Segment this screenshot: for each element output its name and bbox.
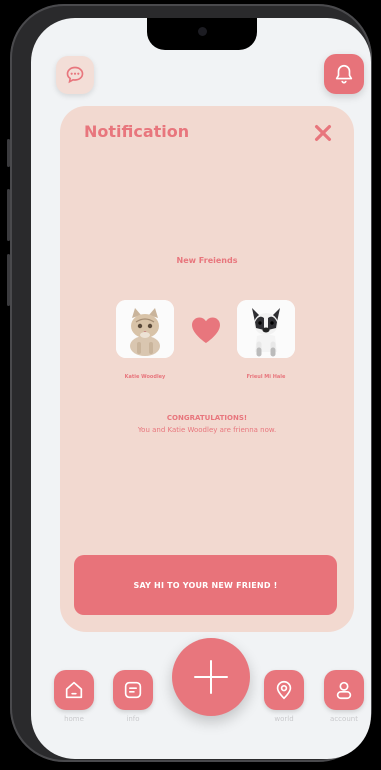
say-hi-button[interactable]: SAY HI TO YOUR NEW FRIEND ! [74, 555, 337, 615]
nav-account-label: account [330, 715, 358, 723]
side-button [7, 254, 10, 306]
chat-button[interactable] [56, 56, 94, 94]
nav-account-button[interactable] [324, 670, 364, 710]
chat-bubble-icon [66, 66, 84, 84]
nav-world-button[interactable] [264, 670, 304, 710]
close-icon[interactable] [312, 122, 334, 144]
pet1-name: Katie Woodley [124, 374, 166, 380]
pet-photo-dog [237, 300, 295, 358]
new-friends-subtitle: New Freiends [176, 256, 238, 265]
bell-icon [335, 64, 353, 84]
dog-image [237, 300, 295, 358]
side-button [7, 139, 10, 167]
notification-card: Notification New Freiends Katie Woodley … [60, 106, 354, 632]
camera [198, 27, 207, 36]
notification-bell-button[interactable] [324, 54, 364, 94]
heart-icon [192, 317, 220, 343]
pet-photo-cat [116, 300, 174, 358]
location-pin-icon [276, 680, 292, 700]
plus-icon [194, 660, 228, 694]
side-button [7, 189, 10, 241]
phone-frame: Notification New Freiends Katie Woodley … [7, 4, 372, 762]
cat-image [116, 300, 174, 358]
nav-info-label: info [126, 715, 140, 723]
add-button[interactable] [172, 638, 250, 716]
nav-home-button[interactable] [54, 670, 94, 710]
home-icon [65, 681, 83, 699]
nav-info-button[interactable] [113, 670, 153, 710]
nav-world-label: world [274, 715, 294, 723]
user-icon [336, 681, 352, 700]
card-title: Notification [84, 122, 190, 141]
pet2-name: Frieul Mi Hale [246, 374, 286, 380]
phone-screen: Notification New Freiends Katie Woodley … [31, 18, 371, 759]
document-icon [124, 681, 142, 699]
notch [147, 18, 257, 50]
nav-home-label: home [64, 715, 84, 723]
friendship-message: You and Katie Woodley are frienna now. [137, 426, 277, 434]
congrats-heading: CONGRATULATIONS! [166, 414, 248, 422]
say-hi-label: SAY HI TO YOUR NEW FRIEND ! [133, 580, 278, 590]
